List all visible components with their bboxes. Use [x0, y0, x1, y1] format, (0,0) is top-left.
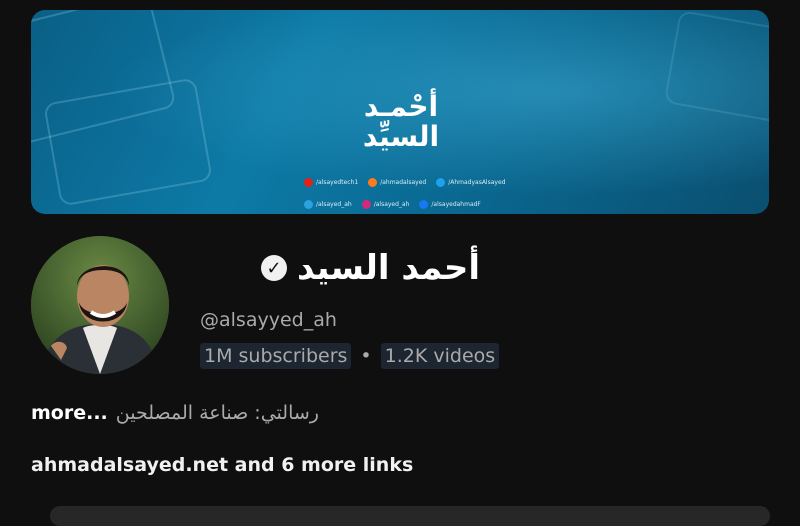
- banner-social-label: /ahmadalsayed: [380, 179, 427, 186]
- subscribe-button-partial[interactable]: [50, 506, 770, 526]
- channel-stats: 1M subscribers • 1.2K videos: [200, 343, 500, 369]
- description-text: رسالتي: صناعة المصلحين: [115, 402, 319, 424]
- banner-social-link: /alsayed_ah: [361, 200, 410, 209]
- instagram-icon: [361, 200, 371, 209]
- banner-social-label: /alsayed_ah: [373, 201, 410, 208]
- banner-title-line1: أحْمـد: [363, 90, 439, 123]
- verified-check-icon: ✓: [261, 255, 288, 281]
- banner-title-line2: السيِّد: [362, 120, 440, 153]
- banner-social-link: /alsayed_ah: [304, 200, 352, 209]
- banner-social-link: /ahmadalsayed: [368, 178, 426, 187]
- channel-avatar[interactable]: [31, 236, 169, 374]
- banner-social-links-row: /alsayedtech1 /ahmadalsayed /AhmadyasAls…: [304, 178, 505, 187]
- stats-separator: •: [360, 345, 372, 367]
- banner-logo-text: أحْمـد السيِّد: [306, 92, 496, 152]
- banner-social-label: /alsayedahmadF: [431, 201, 481, 208]
- subscriber-count: 1M subscribers: [200, 343, 352, 369]
- banner-social-link: /AhmadyasAlsayed: [436, 178, 505, 187]
- soundcloud-icon: [368, 178, 378, 187]
- banner-social-label: /alsayed_ah: [316, 201, 352, 208]
- banner-social-links-row: /alsayed_ah /alsayed_ah /alsayedahmadF: [304, 200, 481, 209]
- more-button[interactable]: more...: [31, 402, 108, 424]
- telegram-icon: [304, 200, 313, 209]
- channel-title: أحمد السيد ✓: [180, 248, 480, 288]
- avatar-image: [31, 236, 169, 374]
- channel-name: أحمد السيد: [297, 248, 480, 288]
- facebook-icon: [419, 200, 429, 209]
- banner-social-label: /alsayedtech1: [316, 179, 359, 186]
- channel-links[interactable]: ahmadalsayed.net and 6 more links: [31, 454, 413, 476]
- banner-social-link: /alsayedahmadF: [419, 200, 481, 209]
- channel-description[interactable]: more... رسالتي: صناعة المصلحين: [31, 402, 319, 424]
- banner-social-label: /AhmadyasAlsayed: [448, 179, 506, 186]
- banner-social-link: /alsayedtech1: [304, 178, 358, 187]
- twitter-icon: [436, 178, 446, 187]
- channel-banner: أحْمـد السيِّد /alsayedtech1 /ahmadalsay…: [31, 10, 769, 214]
- video-count: 1.2K videos: [380, 343, 500, 369]
- youtube-icon: [304, 178, 313, 187]
- envelope-decoration: [663, 10, 769, 125]
- channel-handle: @alsayyed_ah: [200, 309, 337, 331]
